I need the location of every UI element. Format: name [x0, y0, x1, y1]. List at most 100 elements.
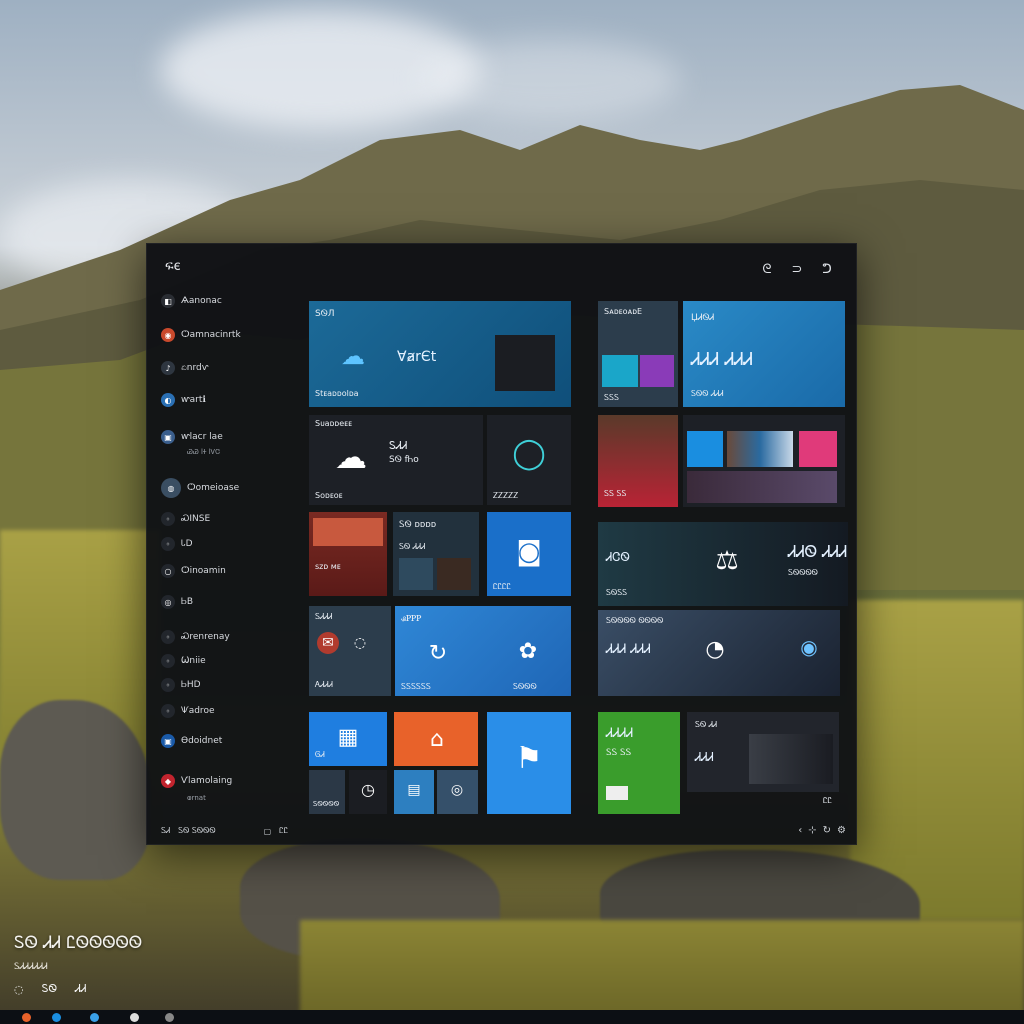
tile-thumbnail: [727, 431, 793, 467]
desktop-row-item[interactable]: ᏚᏫ: [42, 982, 57, 996]
tile-label: ᏚᏚ ᏚᏚ: [606, 748, 632, 758]
tile-title: ᏗᏗᏗ ᏗᏗᏗ: [606, 642, 651, 657]
tile-small[interactable]: ◎: [437, 770, 478, 814]
tile-small[interactable]: ▤: [394, 770, 434, 814]
tile-title: ᏗᏗᏗᏗ: [606, 726, 634, 741]
refresh-icon: ↻: [428, 640, 448, 666]
tile-calendar[interactable]: ▦ ᎶᏗ: [309, 712, 387, 766]
calendar-icon: ▦: [337, 724, 359, 750]
scale-icon: ⚖: [715, 546, 739, 576]
app-icon: ○: [161, 564, 175, 578]
tile-skype[interactable]: ⚑: [487, 712, 571, 814]
tile-cortana[interactable]: ◯ ᏃᏃᏃᏃᏃ: [487, 415, 571, 505]
puzzle-icon: ✿: [518, 638, 538, 664]
tile-value: ᏚᏗᏗ: [389, 439, 408, 452]
sidebar-item[interactable]: ○ Ѻinoamin: [161, 564, 226, 578]
chat-icon[interactable]: ◌: [14, 983, 24, 996]
tile-label: ᏚᏗᏗᏗ: [315, 612, 333, 621]
tile-label: ЅᴀᴅᴇоᴀᴅЕ: [604, 307, 643, 316]
tile-photos[interactable]: ᏚᏫ ᴅᴅᴅᴅ ᏚᏫ ᏗᏗᏗ: [393, 512, 479, 596]
sidebar-item-label: ⱳartℹ: [181, 395, 206, 405]
sidebar-item-label: ಏnrdⱱ: [181, 363, 209, 373]
sidebar-item-label: Ѧanonac: [181, 296, 222, 306]
clock-icon: ◔: [705, 636, 725, 662]
sidebar-item[interactable]: ◍ Ѻomeioase: [161, 478, 239, 498]
sidebar-item[interactable]: ◉ Ѻamnacinrtk: [161, 328, 241, 342]
tile-calculator[interactable]: ᏗᏣᏫ ᏚᏫᏚᏚ ⚖ ᏗᏗᏫ ᏗᏗᏗ ᏚᏫᏫᏫᏫ: [598, 522, 848, 606]
sidebar-item[interactable]: ◦ ᏍINSE: [161, 512, 210, 526]
tile-maps[interactable]: ᏚᏫᏫᏫᏫ ᏫᏫᏫᏫ ᏗᏗᏗ ᏗᏗᏗ ◔ ◉: [598, 610, 840, 696]
tile-label: Ѕᴜаᴅᴅеᴇᴇ: [315, 419, 353, 428]
tile-thumbnail: [602, 355, 638, 387]
sidebar-item[interactable]: ◦ Ꮝrenrenay: [161, 630, 230, 644]
sidebar-item-label: ᏏHD: [181, 680, 201, 690]
sidebar-item[interactable]: ◎ ᏏB: [161, 595, 193, 609]
camera-icon: ◙: [516, 537, 542, 567]
app-icon: ◧: [161, 294, 175, 308]
app-icon[interactable]: [90, 1013, 99, 1022]
sidebar-item[interactable]: ♪ ಏnrdⱱ: [161, 361, 208, 375]
settings-icon[interactable]: ⚙: [837, 825, 846, 836]
tile-thumbnail: [687, 471, 837, 503]
sidebar-item[interactable]: ▣ ⱳlacr lae: [161, 430, 223, 444]
chevron-icon[interactable]: ‹: [798, 825, 802, 836]
tile-store[interactable]: ᏸᏢᏢᏢ ↻ ✿ ᏚᏚᏚᏚᏚᏚ ᏚᏫᏫᏫ: [395, 606, 571, 696]
tile-weather[interactable]: Ѕᴜаᴅᴅеᴇᴇ ☁ ᏚᏗᏗ ЅᏫ fᏂᴏ Ѕᴏᴅᴇoᴇ: [309, 415, 483, 505]
tile-news[interactable]: ѕᴢᴅ ᴍᴇ: [309, 512, 387, 596]
app-icon[interactable]: [165, 1013, 174, 1022]
sidebar-item[interactable]: ◦ ᏓD: [161, 537, 193, 551]
sidebar-item[interactable]: ◧ Ѧanonac: [161, 294, 222, 308]
app-icon[interactable]: [52, 1013, 61, 1022]
desktop-row-item[interactable]: ᏗᏗ: [75, 982, 86, 996]
app-icon: ◆: [161, 774, 175, 788]
tile-title: ᏗᏗᏫ ᏗᏗᏗ: [788, 542, 848, 561]
tile-label: ᎶᏗ: [315, 750, 325, 759]
sidebar-item-label: ᏓD: [181, 539, 193, 549]
tile-mail[interactable]: ᏚᏗᏗᏗ ✉ ◌ ᎪᏗᏗᏗ: [309, 606, 391, 696]
tile-finance[interactable]: ᏚᏫ ᏗᏗ ᏗᏗᏗ: [687, 712, 839, 792]
globe-icon: ◉: [800, 635, 818, 659]
sidebar-item[interactable]: ◦ ᏏHD: [161, 678, 201, 692]
app-icon: ◦: [161, 654, 175, 668]
tile-small[interactable]: ᏚᏫᏫᏫᏫ: [309, 770, 345, 814]
refresh-icon[interactable]: ↻: [823, 825, 831, 836]
sidebar-item-label: ᏏB: [181, 597, 194, 607]
app-icon[interactable]: [22, 1013, 31, 1022]
tile-small[interactable]: ◷: [349, 770, 387, 814]
tile-media[interactable]: [683, 415, 845, 507]
power-icon[interactable]: ᘓ: [758, 260, 776, 278]
cloud-icon: ☁: [335, 438, 367, 476]
app-icon: ◦: [161, 537, 175, 551]
bottom-bar-item[interactable]: ᏝᏝ: [279, 826, 288, 836]
bottom-bar-item[interactable]: ᏚᏫ ᏚᏫᏫᏫ: [178, 826, 215, 836]
tile-people[interactable]: ЅᴀᴅᴇоᴀᴅЕ ᏚᏚᏚ: [598, 301, 678, 407]
clock-icon: ◷: [361, 779, 375, 799]
app-icon: ◉: [161, 328, 175, 342]
tile-clock[interactable]: ЏᏗᏫᏗ ᏗᏗᏗ ᏗᏗᏗ ᏚᏫᏫ ᏗᏗᏗ: [683, 301, 845, 407]
tile-camera[interactable]: ◙ ᏝᏝᏝᏝ: [487, 512, 571, 596]
grass-area: [300, 920, 1024, 1020]
tile-thumbnail: [640, 355, 674, 387]
tile-office[interactable]: ⌂: [394, 712, 478, 766]
tile-thumbnail: [687, 431, 723, 467]
sidebar-item[interactable]: ◐ ⱳartℹ: [161, 393, 206, 407]
sidebar-subtext: ⱷrnat: [187, 794, 206, 802]
settings-icon[interactable]: ⊃: [788, 260, 806, 278]
tile-xbox[interactable]: ᏗᏗᏗᏗ ᏚᏚ ᏚᏚ: [598, 712, 680, 814]
user-icon[interactable]: ᕤ: [818, 260, 836, 278]
sidebar-item-label: Ѡniie: [181, 656, 206, 666]
sidebar-item[interactable]: ▣ Ѳdoidnet: [161, 734, 222, 748]
sidebar-subtext: ᏊᏊ lᏐ lᏙᏣ: [187, 448, 221, 456]
tile-edge[interactable]: ЅᏫЛ ☁ ⱯⱥrЄt Ѕtᴇaᴅᴅolᴅa: [309, 301, 571, 407]
app-icon: ◍: [161, 478, 181, 498]
desktop-title: ᏚᏫ ᏗᏗ ᏝᏫᏫᏫᏫᏫ: [14, 933, 143, 953]
pin-icon[interactable]: ⊹: [808, 825, 816, 836]
window-icon[interactable]: ▢: [264, 827, 272, 836]
tile-music[interactable]: ᏚᏚ ᏚᏚ: [598, 415, 678, 507]
sidebar-item[interactable]: ◦ Ѱadroe: [161, 704, 214, 718]
sidebar-item[interactable]: ◦ Ѡniie: [161, 654, 206, 668]
bottom-bar-item[interactable]: ᏚᏗ: [161, 826, 170, 836]
tile-label: ѕᴢᴅ ᴍᴇ: [315, 562, 341, 571]
app-icon[interactable]: [130, 1013, 139, 1022]
sidebar-item[interactable]: ◆ Ѵlamolaing: [161, 774, 232, 788]
